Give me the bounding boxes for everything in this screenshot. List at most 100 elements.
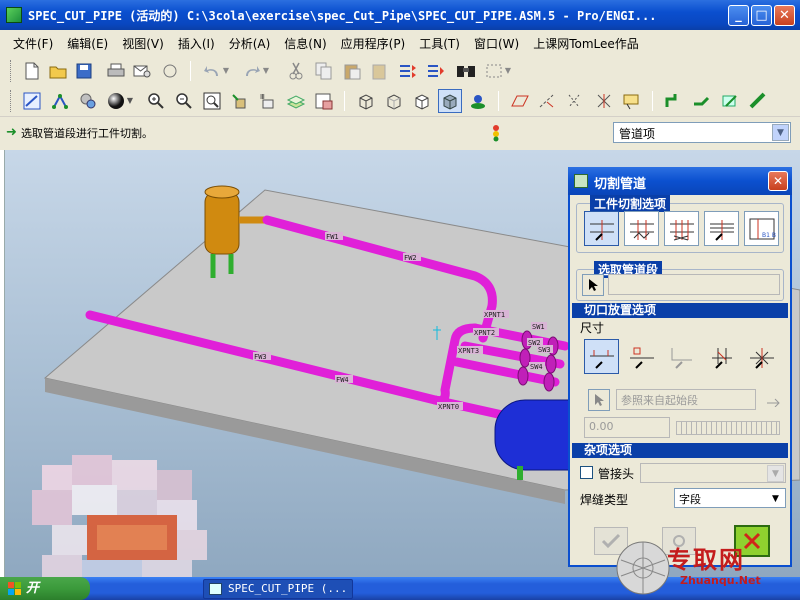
toolbar-separator [190, 61, 191, 81]
hidden-line-icon[interactable] [382, 89, 406, 113]
distance-value-placeholder: 0.00 [589, 420, 614, 433]
menu-applications[interactable]: 应用程序(P) [336, 33, 411, 54]
paste-special-icon[interactable] [368, 59, 392, 83]
workpiece-options-label: 工件切割选项 [590, 195, 671, 212]
chevron-down-icon[interactable]: ▼ [767, 465, 784, 482]
cut-option-3-icon[interactable] [664, 211, 699, 246]
redo-dropdown-icon[interactable]: ▼ [260, 59, 272, 83]
placement-option-1-icon[interactable] [584, 339, 619, 374]
route-pipe-icon[interactable] [662, 89, 686, 113]
wireframe-icon[interactable] [354, 89, 378, 113]
saved-views-icon[interactable]: Ⅲ [256, 89, 280, 113]
chevron-down-icon[interactable]: ▼ [772, 124, 789, 141]
cut-option-1-icon[interactable] [584, 211, 619, 246]
distance-slider[interactable] [676, 421, 780, 435]
zoom-in-icon[interactable] [144, 89, 168, 113]
datum-plane-icon[interactable] [508, 89, 532, 113]
toolbar-grip[interactable] [10, 60, 13, 82]
menu-analysis[interactable]: 分析(A) [224, 33, 276, 54]
annotation-icon[interactable] [620, 89, 644, 113]
zoom-out-icon[interactable] [172, 89, 196, 113]
new-file-icon[interactable] [20, 59, 44, 83]
menu-tools[interactable]: 工具(T) [414, 33, 465, 54]
select-dropdown-icon[interactable]: ▼ [502, 59, 514, 83]
taskbar-window-button[interactable]: SPEC_CUT_PIPE (... [203, 579, 353, 599]
save-icon[interactable] [72, 59, 96, 83]
flip-direction-icon[interactable] [762, 389, 784, 411]
shading-dropdown-icon[interactable]: ▼ [124, 89, 136, 113]
menu-file[interactable]: 文件(F) [8, 33, 58, 54]
title-bar: SPEC_CUT_PIPE (活动的) C:\3cola\exercise\sp… [0, 0, 800, 30]
cut-option-2-icon[interactable] [624, 211, 659, 246]
reference-field[interactable]: 参照来自起始段 [616, 389, 756, 410]
weld-type-label: 焊缝类型 [580, 493, 629, 507]
placement-option-4-icon[interactable] [704, 339, 739, 374]
selection-filter-value: 管道项 [619, 127, 656, 141]
datum-point-icon[interactable] [564, 89, 588, 113]
find-icon[interactable] [454, 59, 478, 83]
print-icon[interactable] [104, 59, 128, 83]
menu-window[interactable]: 窗口(W) [469, 33, 524, 54]
undo-dropdown-icon[interactable]: ▼ [220, 59, 232, 83]
segment-collector-field[interactable] [608, 274, 780, 295]
close-button[interactable]: ✕ [774, 5, 795, 26]
paste-icon[interactable] [340, 59, 364, 83]
dialog-title-bar[interactable]: 切割管道 ✕ [568, 167, 792, 195]
sketch-icon[interactable] [20, 89, 44, 113]
svg-text:B1 B2: B1 B2 [762, 232, 776, 239]
dialog-close-button[interactable]: ✕ [768, 171, 788, 191]
pipe-fitting-icon[interactable] [690, 89, 714, 113]
reorient-icon[interactable] [228, 89, 252, 113]
layer-icon[interactable] [76, 89, 100, 113]
reference-select-button[interactable] [588, 389, 610, 411]
model-label-fw2: FW2 [404, 254, 417, 262]
refit-icon[interactable] [200, 89, 224, 113]
placement-option-2-icon[interactable] [624, 339, 659, 374]
no-hidden-icon[interactable] [410, 89, 434, 113]
fitting-dropdown[interactable]: ▼ [640, 463, 786, 483]
cut-option-5-icon[interactable]: B1 B2 [744, 211, 779, 246]
layers-icon[interactable] [284, 89, 308, 113]
dimension-label: 尺寸 [580, 321, 605, 335]
menu-bar: 文件(F) 编辑(E) 视图(V) 插入(I) 分析(A) 信息(N) 应用程序… [0, 30, 800, 56]
model-tree-icon[interactable] [312, 89, 336, 113]
copy-icon[interactable] [312, 59, 336, 83]
menu-insert[interactable]: 插入(I) [173, 33, 220, 54]
datum-icon[interactable] [48, 89, 72, 113]
link-icon[interactable] [158, 59, 182, 83]
coordinate-system-icon[interactable] [592, 89, 616, 113]
menu-info[interactable]: 信息(N) [279, 33, 331, 54]
model-label-xpnt1: XPNT1 [484, 311, 505, 319]
fitting-checkbox[interactable] [580, 466, 593, 479]
pipe-segment-icon[interactable] [746, 89, 770, 113]
weld-type-dropdown[interactable]: 字段 ▼ [674, 488, 786, 508]
menu-edit[interactable]: 编辑(E) [62, 33, 113, 54]
datum-axis-icon[interactable] [536, 89, 560, 113]
watermark-text: 专取网 [667, 545, 745, 574]
start-button[interactable]: 开 [0, 577, 90, 600]
pipe-edit-icon[interactable] [718, 89, 742, 113]
select-cursor-button[interactable] [582, 274, 604, 296]
placement-option-3-icon[interactable] [664, 339, 699, 374]
placement-option-5-icon[interactable] [744, 339, 779, 374]
selection-filter-dropdown[interactable]: 管道项 ▼ [613, 122, 791, 143]
distance-value-field[interactable]: 0.00 [584, 417, 670, 438]
maximize-button[interactable]: □ [751, 5, 772, 26]
menu-view[interactable]: 视图(V) [117, 33, 169, 54]
spin-center-icon[interactable] [466, 89, 490, 113]
prompt-arrow-icon: ➜ [6, 125, 17, 140]
weld-type-value: 字段 [679, 493, 701, 506]
cut-option-4-icon[interactable] [704, 211, 739, 246]
minimize-button[interactable]: _ [728, 5, 749, 26]
prompt-message: 选取管道段进行工件切割。 [21, 127, 153, 140]
regenerate-icon[interactable] [396, 59, 420, 83]
chevron-down-icon[interactable]: ▼ [767, 490, 784, 507]
email-icon[interactable] [130, 59, 154, 83]
regenerate-manager-icon[interactable] [424, 59, 448, 83]
shaded-icon[interactable] [438, 89, 462, 113]
model-label-xpnt3: XPNT3 [458, 347, 479, 355]
start-label: 开 [26, 581, 40, 596]
toolbar-grip[interactable] [10, 90, 13, 112]
open-folder-icon[interactable] [46, 59, 70, 83]
cut-icon[interactable] [284, 59, 308, 83]
